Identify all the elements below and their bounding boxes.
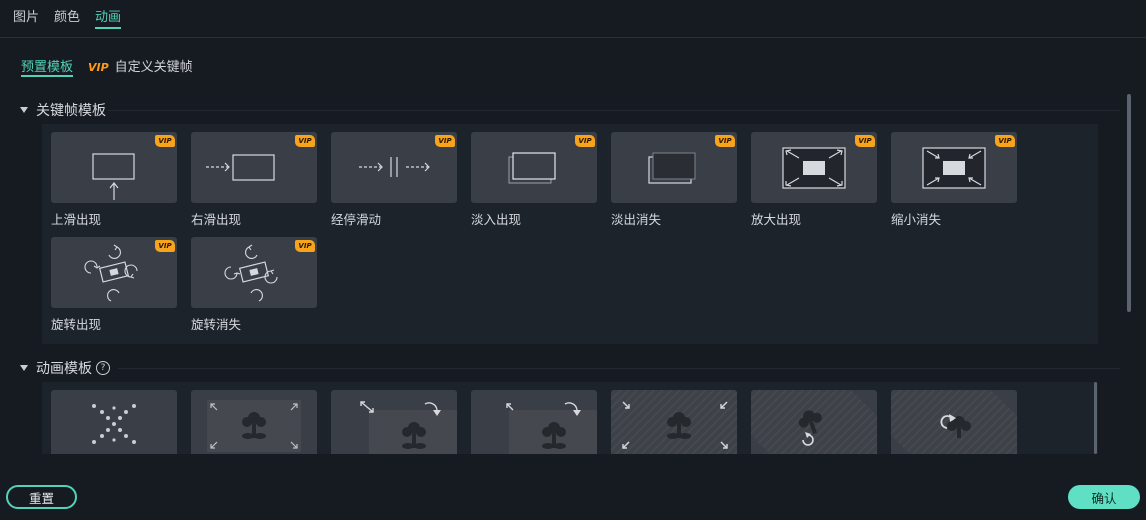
collapse-caret-icon xyxy=(20,107,28,113)
template-thumbnail xyxy=(891,390,1017,454)
template-card-rotate-in[interactable]: VIP 旋转出现 xyxy=(51,237,177,333)
template-card-fade-out[interactable]: VIP 淡出消失 xyxy=(611,132,737,228)
vip-badge: VIP xyxy=(575,135,595,147)
vip-badge: VIP xyxy=(295,240,315,252)
scrollbar[interactable] xyxy=(1127,94,1131,312)
vip-badge: VIP xyxy=(995,135,1015,147)
template-label: 淡入出现 xyxy=(471,212,522,227)
template-thumbnail: VIP xyxy=(51,132,177,203)
subtab-custom-label: 自定义关键帧 xyxy=(114,60,193,75)
vip-badge: VIP xyxy=(715,135,735,147)
animation-template-card[interactable] xyxy=(751,390,877,454)
animation-template-card[interactable] xyxy=(611,390,737,454)
vip-tag: VIP xyxy=(88,61,109,74)
template-card-slide-up[interactable]: VIP 上滑出现 xyxy=(51,132,177,228)
template-card-pause-slide[interactable]: VIP 经停滑动 xyxy=(331,132,457,228)
flower-zoom-in-icon xyxy=(611,390,737,454)
keyframe-section-header[interactable]: 关键帧模板 xyxy=(20,100,106,120)
template-thumbnail: VIP xyxy=(471,132,597,203)
template-thumbnail: VIP xyxy=(51,237,177,308)
template-thumbnail: VIP xyxy=(191,237,317,308)
animation-template-card[interactable] xyxy=(891,390,1017,454)
template-thumbnail: VIP xyxy=(891,132,1017,203)
flower-rotate-icon xyxy=(360,401,457,454)
vip-badge: VIP xyxy=(155,135,175,147)
section-divider xyxy=(108,110,1120,111)
flower-spin-out-icon xyxy=(891,390,1017,454)
help-icon[interactable]: ? xyxy=(96,361,110,375)
template-thumbnail xyxy=(611,390,737,454)
template-label: 上滑出现 xyxy=(51,212,102,227)
confirm-button[interactable]: 确认 xyxy=(1068,485,1140,509)
template-thumbnail: VIP xyxy=(191,132,317,203)
template-thumbnail xyxy=(751,390,877,454)
dots-cross-icon xyxy=(92,404,136,444)
flower-zoom-icon xyxy=(207,400,301,452)
keyframe-template-panel: VIP 上滑出现 VIP 右滑出现 VIP 经停滑动 VIP 淡入出现 VIP … xyxy=(42,124,1098,344)
scrollbar[interactable] xyxy=(1094,382,1097,454)
vip-badge: VIP xyxy=(855,135,875,147)
flower-slide-rotate-icon xyxy=(506,402,597,454)
animation-template-card[interactable] xyxy=(191,390,317,454)
vip-badge: VIP xyxy=(155,240,175,252)
section-divider xyxy=(118,368,1120,369)
template-card-zoom-out[interactable]: VIP 缩小消失 xyxy=(891,132,1017,228)
template-label: 放大出现 xyxy=(751,212,802,227)
template-label: 旋转出现 xyxy=(51,317,102,332)
template-label: 旋转消失 xyxy=(191,317,242,332)
animation-template-card[interactable] xyxy=(471,390,597,454)
animation-template-card[interactable] xyxy=(331,390,457,454)
animation-section-header[interactable]: 动画模板 ? xyxy=(20,358,110,378)
animation-template-card[interactable] xyxy=(51,390,177,454)
flower-spin-icon xyxy=(751,390,877,454)
footer-bar: 重置 确认 xyxy=(0,454,1146,520)
animation-template-panel xyxy=(42,382,1098,454)
template-card-fade-in[interactable]: VIP 淡入出现 xyxy=(471,132,597,228)
tab-image[interactable]: 图片 xyxy=(13,6,39,25)
template-label: 缩小消失 xyxy=(891,212,942,227)
tab-color[interactable]: 颜色 xyxy=(54,6,80,25)
template-thumbnail xyxy=(331,390,457,454)
subtab-custom-keyframes[interactable]: VIP 自定义关键帧 xyxy=(88,56,193,75)
template-thumbnail: VIP xyxy=(611,132,737,203)
template-thumbnail: VIP xyxy=(751,132,877,203)
template-thumbnail xyxy=(191,390,317,454)
collapse-caret-icon xyxy=(20,365,28,371)
top-tab-bar: 图片 颜色 动画 xyxy=(0,0,1146,38)
template-thumbnail xyxy=(471,390,597,454)
template-card-zoom-in[interactable]: VIP 放大出现 xyxy=(751,132,877,228)
template-thumbnail xyxy=(51,390,177,454)
reset-button[interactable]: 重置 xyxy=(6,485,77,509)
vip-badge: VIP xyxy=(295,135,315,147)
animation-section-title: 动画模板 xyxy=(36,361,92,377)
template-label: 淡出消失 xyxy=(611,212,662,227)
subtab-preset-templates[interactable]: 预置模板 xyxy=(21,56,74,77)
keyframe-section-title: 关键帧模板 xyxy=(36,103,106,119)
template-label: 经停滑动 xyxy=(331,212,382,227)
template-thumbnail: VIP xyxy=(331,132,457,203)
template-card-slide-right[interactable]: VIP 右滑出现 xyxy=(191,132,317,228)
vip-badge: VIP xyxy=(435,135,455,147)
template-label: 右滑出现 xyxy=(191,212,242,227)
tab-animation[interactable]: 动画 xyxy=(95,6,122,29)
template-card-rotate-out[interactable]: VIP 旋转消失 xyxy=(191,237,317,333)
